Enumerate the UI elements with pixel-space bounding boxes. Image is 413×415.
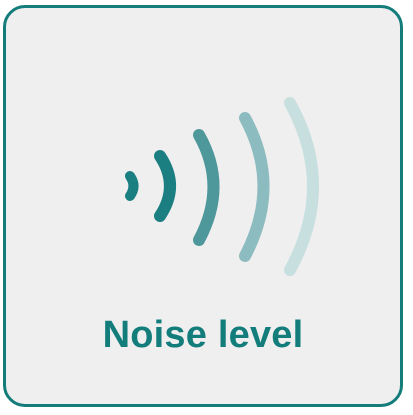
sound-wave-5	[284, 97, 319, 276]
sound-wave-1	[125, 171, 139, 201]
tile-label: Noise level	[102, 314, 304, 356]
sound-wave-3	[193, 129, 220, 246]
sound-wave-4	[239, 112, 270, 262]
sound-wave-2	[154, 150, 176, 222]
sound-waves-icon	[6, 8, 406, 308]
noise-level-tile[interactable]: Noise level	[3, 5, 403, 407]
